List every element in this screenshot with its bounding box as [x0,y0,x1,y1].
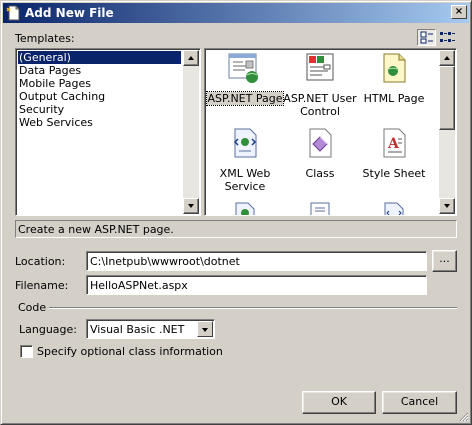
location-input[interactable]: C:\Inetpub\wwwroot\dotnet [86,251,427,271]
code-section-divider [49,307,457,309]
template-item-html-page[interactable]: HTML Page [355,51,433,121]
language-value: Visual Basic .NET [90,323,185,336]
template-item-aspnet-user-control[interactable]: ASP.NET User Control [281,51,359,121]
resize-grip-icon [459,412,469,422]
templates-scrollbar[interactable] [439,50,455,214]
scroll-up-button[interactable] [439,50,455,66]
scroll-up-button[interactable] [183,50,199,66]
aspnet-user-control-icon [306,53,334,81]
template-item-partial-2[interactable] [307,201,333,215]
cancel-button[interactable]: Cancel [382,391,457,414]
filename-label: Filename: [15,279,69,292]
templates-icon-view[interactable]: ASP.NET Page ASP.NET User Control HTML P… [204,48,457,216]
code-section-label: Code [18,301,47,314]
large-icons-view-button[interactable] [417,29,436,46]
browse-label: ... [439,252,450,265]
category-item-label: (General) [19,51,71,64]
filename-input[interactable]: HelloASPNet.aspx [86,275,427,295]
scrollbar-thumb[interactable] [439,66,455,130]
category-item-output-caching[interactable]: Output Caching [18,90,105,103]
window-title: Add New File [25,6,114,20]
style-sheet-icon: A [383,128,406,158]
up-arrow-icon [188,56,194,60]
category-item-label: Output Caching [19,90,106,103]
template-item-label: HTML Page [363,92,425,105]
resize-grip[interactable] [457,410,469,422]
category-item-mobile-pages[interactable]: Mobile Pages [18,77,91,90]
up-arrow-icon [444,56,450,60]
filename-value: HelloASPNet.aspx [90,279,188,292]
class-info-checkbox[interactable] [20,345,33,358]
cancel-label: Cancel [400,395,439,408]
template-item-label: Class [305,167,335,180]
category-item-label: Mobile Pages [19,77,91,90]
category-item-label: Web Services [19,116,93,129]
location-value: C:\Inetpub\wwwroot\dotnet [90,255,240,268]
class-icon [309,128,332,158]
page-icon [235,202,255,215]
svg-text:A: A [387,136,400,152]
template-item-xml-web-service[interactable]: XML Web Service [206,126,284,196]
down-arrow-icon [188,204,194,208]
class-info-label: Specify optional class information [37,345,223,358]
language-dropdown-button[interactable] [197,321,213,337]
ok-label: OK [331,395,347,408]
template-item-partial-3[interactable] [381,201,407,215]
category-item-label: Security [19,103,65,116]
description-text: Create a new ASP.NET page. [18,223,174,236]
ok-button[interactable]: OK [302,391,376,414]
scroll-down-button[interactable] [183,198,199,214]
category-item-general[interactable]: (General) [17,50,182,65]
template-item-aspnet-page[interactable]: ASP.NET Page [205,51,285,121]
template-item-label: XML Web Service [219,167,271,193]
category-item-label: Data Pages [19,64,82,77]
category-item-security[interactable]: Security [18,103,64,116]
template-description: Create a new ASP.NET page. [15,220,457,238]
close-button[interactable]: × [451,5,467,19]
language-select[interactable]: Visual Basic .NET [86,319,215,339]
small-icons-view-button[interactable] [438,29,457,46]
browse-button[interactable]: ... [432,250,457,272]
template-categories-list[interactable]: (General) Data Pages Mobile Pages Output… [15,48,201,216]
scroll-down-button[interactable] [439,198,455,214]
template-item-style-sheet[interactable]: A Style Sheet [355,126,433,196]
xml-web-service-icon [233,128,257,158]
add-new-file-dialog: Add New File × Templates: (General) Data… [0,0,472,425]
close-icon: × [454,6,464,17]
xml-page-icon [384,202,404,215]
templates-label: Templates: [15,32,75,45]
template-item-partial-1[interactable] [232,201,258,215]
title-bar[interactable]: Add New File × [3,3,469,23]
template-item-label: ASP.NET Page [205,91,285,106]
down-arrow-icon [444,204,450,208]
categories-scrollbar[interactable] [183,50,199,214]
chevron-down-icon [202,328,208,332]
category-item-web-services[interactable]: Web Services [18,116,93,129]
template-item-label: Style Sheet [362,167,426,180]
aspnet-page-icon [228,53,258,83]
new-file-icon [6,5,22,21]
template-item-label: ASP.NET User Control [283,92,357,118]
html-page-icon [383,53,406,83]
category-item-data-pages[interactable]: Data Pages [18,64,81,77]
language-label: Language: [19,323,77,336]
location-label: Location: [15,255,66,268]
list-page-icon [310,202,330,215]
template-item-class[interactable]: Class [281,126,359,196]
